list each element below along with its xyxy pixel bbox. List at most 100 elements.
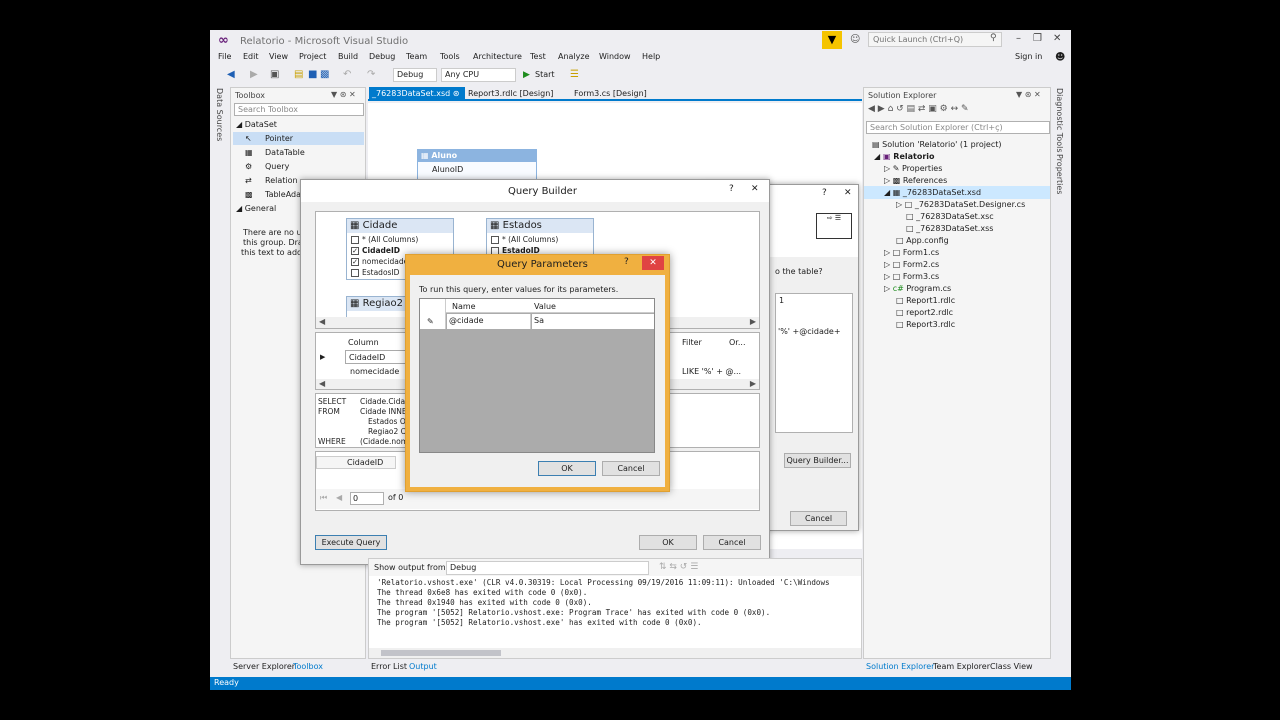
toolbox-item-pointer[interactable]: ↖ Pointer <box>245 134 293 143</box>
tab-output[interactable]: Output <box>406 660 440 673</box>
feedback-icon[interactable]: ☺ <box>850 34 860 45</box>
tab-report3-design[interactable]: Report3.rdlc [Design] <box>465 87 556 100</box>
wizard-cancel-button[interactable]: Cancel <box>790 511 847 526</box>
save-icon[interactable]: ■ <box>308 69 317 80</box>
qb-help-icon[interactable]: ? <box>729 184 734 194</box>
grid-cell-nomecidade[interactable]: nomecidade <box>350 367 399 376</box>
navigate-back-icon[interactable]: ◀ <box>227 69 235 80</box>
menu-team[interactable]: Team <box>406 52 427 61</box>
menu-edit[interactable]: Edit <box>243 52 259 61</box>
checkbox-icon[interactable] <box>351 269 359 277</box>
menu-analyze[interactable]: Analyze <box>558 52 590 61</box>
wizard-help-icon[interactable]: ? <box>822 188 827 198</box>
grid-cell-filter[interactable]: LIKE '%' + @... <box>682 367 741 376</box>
tab-toolbox[interactable]: Toolbox <box>290 660 326 673</box>
tab-error-list[interactable]: Error List <box>368 660 410 673</box>
tree-dataset-xsd[interactable]: ◢ ▦ _76283DataSet.xsd <box>884 188 981 197</box>
column-all[interactable]: * (All Columns) <box>351 234 449 245</box>
menu-architecture[interactable]: Architecture <box>473 52 522 61</box>
toolbox-item-tableadapter[interactable]: ▩ TableAda <box>245 190 301 199</box>
tab-team-explorer[interactable]: Team Explorer <box>930 660 993 673</box>
toolbox-group-general[interactable]: ◢ General <box>236 204 276 213</box>
close-window-button[interactable]: ✕ <box>1053 33 1061 44</box>
output-source-select[interactable]: Debug <box>446 561 649 575</box>
start-icon[interactable]: ▶ <box>523 70 530 80</box>
menu-project[interactable]: Project <box>299 52 326 61</box>
execute-query-button[interactable]: Execute Query <box>315 535 387 550</box>
checkbox-icon[interactable] <box>491 236 499 244</box>
tab-class-view[interactable]: Class View <box>987 660 1036 673</box>
quick-launch-input[interactable]: Quick Launch (Ctrl+Q) <box>868 32 1002 47</box>
tree-project[interactable]: ◢ ▣ Relatorio <box>874 152 935 161</box>
checkbox-checked-icon[interactable]: ✓ <box>351 247 359 255</box>
scrollbar-thumb[interactable] <box>381 650 501 656</box>
tree-program-cs[interactable]: ▷ c# Program.cs <box>884 284 951 293</box>
solution-explorer-toolbar[interactable]: ◀ ▶ ⌂ ↺ ▤ ⇄ ▣ ⚙ ↔ ✎ <box>868 104 969 114</box>
pin-icon[interactable]: ⊛ <box>453 89 460 98</box>
solution-platform-select[interactable]: Any CPU <box>441 68 516 82</box>
qb-close-icon[interactable]: ✕ <box>751 184 759 194</box>
toolbox-search-input[interactable]: Search Toolbox <box>234 103 364 116</box>
menu-tools[interactable]: Tools <box>440 52 460 61</box>
account-icon[interactable]: ☻ <box>1055 52 1065 63</box>
undo-icon[interactable]: ↶ <box>343 69 351 80</box>
minimize-button[interactable]: – <box>1016 33 1021 44</box>
properties-tab[interactable]: Properties <box>1055 154 1064 194</box>
menu-file[interactable]: File <box>218 52 231 61</box>
qb-cancel-button[interactable]: Cancel <box>703 535 761 550</box>
nav-first-icon[interactable]: ⏮ <box>320 493 327 503</box>
tree-dataset-xss[interactable]: □ _76283DataSet.xss <box>906 224 993 233</box>
sign-in-link[interactable]: Sign in <box>1015 52 1042 61</box>
qp-help-icon[interactable]: ? <box>624 257 629 267</box>
tab-dataset-xsd[interactable]: _76283DataSet.xsd ⊛ ✕ <box>369 87 465 111</box>
toolbox-group-dataset[interactable]: ◢ DataSet <box>236 120 277 129</box>
tree-dataset-designer-cs[interactable]: ▷ □ _76283DataSet.Designer.cs <box>896 200 1025 209</box>
start-button[interactable]: Start <box>535 70 555 79</box>
panel-pin-close-icons[interactable]: ▼ ⊛ ✕ <box>1016 90 1041 99</box>
menu-test[interactable]: Test <box>530 52 546 61</box>
tree-form3[interactable]: ▷ □ Form3.cs <box>884 272 939 281</box>
tab-solution-explorer[interactable]: Solution Explorer <box>863 660 937 673</box>
qp-param-value-input[interactable]: Sa <box>532 314 654 329</box>
output-horizontal-scrollbar[interactable] <box>369 648 861 658</box>
tree-report3[interactable]: □ Report3.rdlc <box>896 320 955 329</box>
qb-ok-button[interactable]: OK <box>639 535 697 550</box>
tree-solution[interactable]: ▤ Solution 'Relatorio' (1 project) <box>872 140 1002 149</box>
data-sources-tab[interactable]: Data Sources <box>215 88 224 141</box>
query-builder-button[interactable]: Query Builder... <box>784 453 851 468</box>
tree-form1[interactable]: ▷ □ Form1.cs <box>884 248 939 257</box>
find-in-files-icon[interactable]: ☰ <box>570 69 579 80</box>
nav-prev-icon[interactable]: ◀ <box>336 493 342 502</box>
menu-help[interactable]: Help <box>642 52 660 61</box>
tree-form2[interactable]: ▷ □ Form2.cs <box>884 260 939 269</box>
solution-config-select[interactable]: Debug <box>393 68 437 82</box>
toolbox-item-datatable[interactable]: ▦ DataTable <box>245 148 305 157</box>
tree-report2[interactable]: □ report2.rdlc <box>896 308 953 317</box>
tab-form3-design[interactable]: Form3.cs [Design] <box>571 87 650 100</box>
restore-button[interactable]: ❐ <box>1033 33 1042 44</box>
open-file-icon[interactable]: ▤ <box>294 69 303 80</box>
qp-close-button[interactable]: ✕ <box>642 256 664 270</box>
tree-properties[interactable]: ▷ ✎ Properties <box>884 164 942 173</box>
output-tool-icons[interactable]: ⇅ ⇆ ↺ ☰ <box>659 562 698 572</box>
tree-report1[interactable]: □ Report1.rdlc <box>896 296 955 305</box>
toolbox-item-query[interactable]: ⚙ Query <box>245 162 289 171</box>
nav-position-input[interactable]: 0 <box>350 492 384 505</box>
new-project-icon[interactable]: ▣ <box>270 69 279 80</box>
wizard-close-icon[interactable]: ✕ <box>844 188 852 198</box>
diagnostic-tools-tab[interactable]: Diagnostic Tools <box>1055 88 1064 153</box>
navigate-forward-icon[interactable]: ▶ <box>250 69 258 80</box>
notification-filter-icon[interactable]: ▼ <box>822 31 842 49</box>
save-all-icon[interactable]: ▩ <box>320 69 329 80</box>
column-all[interactable]: * (All Columns) <box>491 234 589 245</box>
toolbox-item-relation[interactable]: ⇄ Relation <box>245 176 298 185</box>
redo-icon[interactable]: ↷ <box>367 69 375 80</box>
menu-build[interactable]: Build <box>338 52 358 61</box>
qp-ok-button[interactable]: OK <box>538 461 596 476</box>
menu-view[interactable]: View <box>269 52 288 61</box>
tab-server-explorer[interactable]: Server Explorer <box>230 660 298 673</box>
qp-cancel-button[interactable]: Cancel <box>602 461 660 476</box>
tree-references[interactable]: ▷ ▩ References <box>884 176 947 185</box>
pin-icon[interactable]: ▼ ⊛ ✕ <box>331 90 356 99</box>
menu-window[interactable]: Window <box>599 52 631 61</box>
